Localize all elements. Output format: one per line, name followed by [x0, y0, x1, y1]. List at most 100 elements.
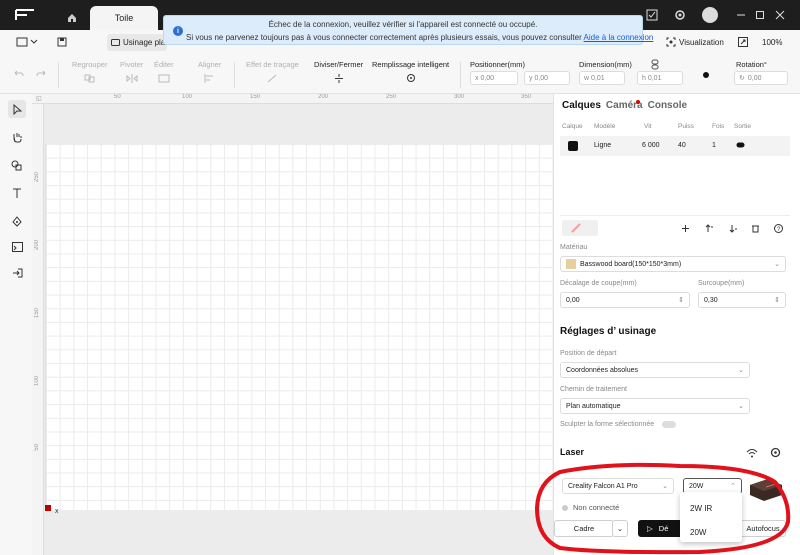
close-icon[interactable]: [772, 7, 788, 23]
import-tool[interactable]: [8, 264, 26, 282]
maximize-icon[interactable]: [752, 7, 768, 23]
move-down-icon[interactable]: [727, 222, 740, 235]
delete-icon[interactable]: [749, 222, 762, 235]
align-button[interactable]: Aligner: [198, 60, 221, 83]
height-field[interactable]: h 0,01: [637, 71, 683, 85]
offset-button[interactable]: Effet de traçage: [246, 60, 299, 83]
kerf-value: 0,30: [704, 296, 718, 304]
text-tool[interactable]: [8, 184, 26, 202]
layer-mode[interactable]: Ligne: [594, 142, 611, 149]
toolbar-divider: [460, 62, 461, 88]
rotation-icon: ↻: [739, 75, 745, 82]
divide-button[interactable]: Diviser/Fermer: [314, 60, 363, 83]
ruler-tick: 150: [250, 94, 261, 100]
start-position-value: Coordonnées absolues: [566, 366, 638, 374]
fit-view-icon[interactable]: [736, 35, 750, 49]
checklist-icon[interactable]: [644, 7, 660, 23]
file-menu-button[interactable]: [12, 34, 42, 50]
layer-passes[interactable]: 1: [712, 142, 716, 149]
ruler-tick: 150: [34, 308, 40, 319]
col-header: Vit: [644, 123, 652, 130]
power-option[interactable]: 2W IR: [690, 504, 712, 513]
minimize-icon[interactable]: [733, 7, 749, 23]
tab-calques[interactable]: Calques: [562, 100, 601, 111]
tab-console[interactable]: Console: [648, 100, 687, 111]
layer-preview[interactable]: [562, 220, 598, 236]
laser-machine-image: [750, 479, 782, 501]
offset-field[interactable]: 0,00 ⇕: [560, 292, 690, 308]
machine-select[interactable]: Creality Falcon A1 Pro ⌄: [562, 478, 674, 494]
group-button[interactable]: Regrouper: [72, 60, 107, 83]
flip-icon: [126, 73, 138, 83]
layer-actions: ?: [554, 220, 800, 240]
smart-fill-label: Remplissage intelligent: [372, 60, 450, 69]
dimension-label: Dimension(mm): [579, 60, 632, 69]
connection-status: Non connecté: [562, 503, 619, 512]
width-field[interactable]: w 0,01: [579, 71, 625, 85]
kerf-field[interactable]: 0,30 ⇕: [698, 292, 786, 308]
processing-mode-select[interactable]: Usinage pla: [107, 34, 167, 51]
flip-button[interactable]: Pivoter: [120, 60, 143, 83]
avatar[interactable]: [702, 7, 718, 23]
start-position-select[interactable]: Coordonnées absolues ⌄: [560, 362, 750, 378]
work-area-grid[interactable]: [45, 144, 553, 510]
settings-icon[interactable]: [672, 7, 688, 23]
wifi-icon[interactable]: [745, 446, 758, 459]
lock-ratio-icon[interactable]: [650, 58, 660, 70]
add-layer-icon[interactable]: [679, 222, 692, 235]
visualize-button[interactable]: Visualization: [666, 35, 724, 49]
settings-title: Réglages d’ usinage: [560, 326, 657, 337]
layer-color-swatch[interactable]: [568, 141, 578, 151]
ruler-tick: 200: [34, 240, 40, 251]
image-tool[interactable]: [8, 238, 26, 256]
select-tool[interactable]: [8, 100, 26, 118]
help-icon[interactable]: ?: [772, 222, 785, 235]
x-position-field[interactable]: x 0,00: [470, 71, 518, 85]
layer-row[interactable]: Ligne 6 000 40 1: [560, 136, 790, 156]
output-toggle-icon[interactable]: [736, 142, 745, 150]
notification-line-2: Si vous ne parvenez toujours pas à vous …: [186, 33, 653, 42]
anchor-point-selector[interactable]: [698, 67, 714, 83]
layer-power[interactable]: 40: [678, 142, 686, 149]
rotation-field[interactable]: ↻ 0,00: [734, 71, 788, 85]
layer-speed[interactable]: 6 000: [642, 142, 660, 149]
shapes-icon: [11, 160, 22, 170]
ruler-tick: 250: [386, 94, 397, 100]
sculpt-toggle[interactable]: [662, 421, 676, 428]
sculpt-label: Sculpter la forme sélectionnée: [560, 421, 655, 428]
top-ruler: ◱ 50 100 150 200 250 300 350: [32, 94, 553, 104]
home-tab[interactable]: [55, 6, 89, 30]
tab-toile[interactable]: Toile: [90, 6, 158, 30]
cursor-icon: [13, 103, 22, 115]
canvas-area[interactable]: ◱ 50 100 150 200 250 300 350 50 100 150 …: [32, 94, 553, 555]
stepper-icon[interactable]: ⇕: [774, 296, 780, 304]
shapes-tool[interactable]: [8, 156, 26, 174]
zoom-level[interactable]: 100%: [762, 38, 782, 47]
pen-tool[interactable]: [8, 212, 26, 230]
frame-button[interactable]: Cadre: [554, 520, 614, 537]
ruler-corner-icon: ◱: [36, 96, 42, 102]
power-option[interactable]: 20W: [690, 528, 706, 537]
processing-path-select[interactable]: Plan automatique ⌄: [560, 398, 750, 414]
undo-icon[interactable]: [12, 66, 26, 80]
edit-label: Éditer: [154, 60, 174, 69]
move-up-icon[interactable]: [703, 222, 716, 235]
stepper-icon[interactable]: ⇕: [678, 296, 684, 304]
processing-mode-label: Usinage pla: [123, 38, 166, 47]
edit-button[interactable]: Éditer: [154, 60, 174, 83]
autofocus-button[interactable]: Autofocus: [740, 520, 786, 537]
align-icon: [204, 73, 216, 83]
laser-settings-icon[interactable]: [769, 446, 782, 459]
pan-tool[interactable]: [8, 128, 26, 146]
smart-fill-button[interactable]: Remplissage intelligent: [372, 60, 449, 83]
connection-help-link[interactable]: Aide à la connexion: [584, 33, 654, 42]
group-label: Regrouper: [72, 60, 108, 69]
connection-error-notification: i Échec de la connexion, veuillez vérifi…: [163, 15, 653, 45]
layer-table-header: Calque Modèle Vit Puiss Fois Sortie: [560, 123, 790, 135]
material-select[interactable]: Basswood board(150*150*3mm) ⌄: [560, 256, 786, 272]
frame-options-button[interactable]: ⌄: [612, 520, 628, 537]
save-icon[interactable]: [54, 34, 70, 50]
y-position-field[interactable]: y 0,00: [524, 71, 570, 85]
col-header: Fois: [712, 123, 725, 130]
redo-icon[interactable]: [34, 66, 48, 80]
